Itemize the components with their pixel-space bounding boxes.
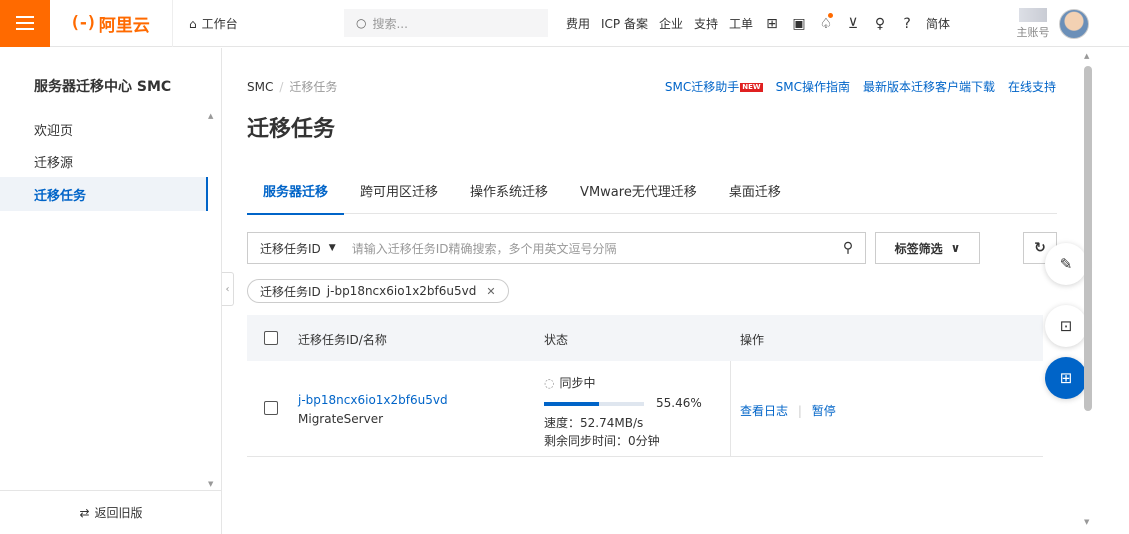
back-to-old-version-button[interactable]: ⇄ 返回旧版: [0, 490, 222, 534]
filter-search-input[interactable]: 请输入迁移任务ID精确搜索，多个用英文逗号分隔: [352, 240, 831, 257]
spinner-icon: ◌: [544, 375, 555, 390]
sidebar-scroll-down-icon[interactable]: ▼: [208, 480, 213, 488]
terminal-icon[interactable]: ▣: [791, 16, 807, 32]
bulb-icon[interactable]: ♀: [872, 16, 888, 32]
tab-vmware-migration[interactable]: VMware无代理迁移: [564, 184, 713, 214]
aliyun-logo[interactable]: (-) 阿里云: [70, 0, 150, 47]
tag-filter-label: 标签筛选: [894, 241, 943, 256]
status-text: 同步中: [559, 376, 596, 390]
header-id-name: 迁移任务ID/名称: [298, 333, 387, 347]
back-label: 返回旧版: [94, 506, 143, 520]
link-client-download[interactable]: 最新版本迁移客户端下载: [863, 78, 995, 95]
new-badge: NEW: [740, 83, 763, 92]
account-menu[interactable]: 主账号: [1012, 5, 1054, 40]
bell-icon[interactable]: ♤: [818, 12, 834, 32]
search-placeholder: 搜索...: [372, 16, 408, 31]
page-title: 迁移任务: [247, 117, 336, 142]
task-id-link[interactable]: j-bp18ncx6io1x2bf6u5vd: [298, 393, 448, 407]
sidebar: 服务器迁移中心 SMC 欢迎页 迁移源 迁移任务 ▲ ▼ ⇄ 返回旧版: [0, 48, 222, 534]
home-icon: ⌂: [189, 16, 197, 31]
filter-chip: 迁移任务ID j-bp18ncx6io1x2bf6u5vd ✕: [247, 279, 509, 303]
sidebar-scroll-up-icon[interactable]: ▲: [208, 112, 213, 120]
link-online-support[interactable]: 在线支持: [1008, 78, 1056, 95]
header-actions: 操作: [740, 333, 765, 347]
actions-cell: 查看日志 | 暂停: [740, 404, 836, 418]
view-log-link[interactable]: 查看日志: [740, 404, 788, 418]
filter-key-label: 迁移任务ID: [260, 241, 321, 256]
tab-desktop-migration[interactable]: 桌面迁移: [713, 184, 797, 214]
account-image: [1019, 8, 1047, 22]
progress-bar: [544, 402, 644, 406]
select-all-checkbox[interactable]: [264, 331, 278, 345]
global-search-input[interactable]: ○ 搜索...: [344, 9, 548, 37]
chip-key: 迁移任务ID: [260, 284, 321, 299]
caret-down-icon: ▼: [328, 243, 336, 253]
filter-bar: 迁移任务ID ▼ 请输入迁移任务ID精确搜索，多个用英文逗号分隔 ⚲: [247, 232, 866, 264]
edit-icon: ✎: [1059, 255, 1073, 273]
workbench-link[interactable]: ⌂ 工作台: [172, 0, 272, 47]
avatar[interactable]: [1059, 9, 1089, 39]
task-name: MigrateServer: [298, 412, 384, 426]
top-link-support[interactable]: 支持: [694, 15, 718, 32]
refresh-icon: ↻: [1034, 240, 1046, 256]
switch-icon: ⇄: [79, 505, 90, 520]
account-label: 主账号: [1016, 26, 1050, 39]
chat-icon: ⊡: [1059, 317, 1073, 335]
tag-filter-button[interactable]: 标签筛选 ∨: [875, 232, 980, 264]
header-status: 状态: [544, 333, 569, 347]
migration-tabs: 服务器迁移 跨可用区迁移 操作系统迁移 VMware无代理迁移 桌面迁移: [247, 184, 1057, 215]
top-links: 费用 ICP 备案 企业 支持 工单 ⊞ ▣ ♤ ⊻ ♀ ? 简体: [566, 0, 950, 47]
search-icon[interactable]: ⚲: [831, 240, 865, 256]
table-row: j-bp18ncx6io1x2bf6u5vd MigrateServer ◌ 同…: [247, 361, 1043, 457]
apps-icon: ⊞: [1059, 369, 1073, 387]
scroll-down-icon[interactable]: ▼: [1084, 518, 1089, 526]
sidebar-title: 服务器迁移中心 SMC: [34, 79, 172, 95]
chevron-down-icon: ∨: [950, 241, 961, 255]
breadcrumb-current: 迁移任务: [289, 80, 338, 94]
scroll-up-icon[interactable]: ▲: [1084, 52, 1089, 60]
sidebar-item-tasks[interactable]: 迁移任务: [34, 185, 86, 204]
progress-fill: [544, 402, 600, 406]
search-icon: ○: [356, 16, 367, 30]
speed-text: 速度：52.74MB/s: [544, 416, 644, 430]
top-link-ticket[interactable]: 工单: [729, 15, 753, 32]
cart-icon[interactable]: ⊻: [845, 16, 861, 32]
logo-text: 阿里云: [98, 15, 150, 36]
top-navbar: (-) 阿里云: [0, 0, 1129, 47]
chip-value: j-bp18ncx6io1x2bf6u5vd: [326, 284, 477, 298]
top-link-enterprise[interactable]: 企业: [659, 15, 683, 32]
language-switch[interactable]: 简体: [926, 15, 950, 32]
sidebar-active-highlight: [0, 177, 208, 211]
cloudshell-icon[interactable]: ⊞: [764, 16, 780, 32]
sidebar-collapse-button[interactable]: ‹: [222, 272, 234, 306]
logo-mark: (-): [70, 13, 97, 33]
scrollbar-thumb[interactable]: [1084, 66, 1092, 411]
tab-server-migration[interactable]: 服务器迁移: [247, 184, 345, 215]
tab-os-migration[interactable]: 操作系统迁移: [454, 184, 564, 214]
remaining-time-text: 剩余同步时间：0分钟: [544, 434, 660, 448]
help-links: SMC迁移助手 NEW SMC操作指南 最新版本迁移客户端下载 在线支持: [665, 78, 1056, 95]
menu-hamburger-button[interactable]: [0, 0, 50, 47]
close-icon[interactable]: ✕: [486, 285, 495, 298]
table-header: 迁移任务ID/名称 状态 操作: [247, 315, 1043, 361]
sidebar-item-welcome[interactable]: 欢迎页: [34, 120, 73, 139]
help-icon[interactable]: ?: [899, 16, 915, 32]
status-cell: ◌ 同步中: [544, 374, 596, 391]
workbench-label: 工作台: [201, 17, 238, 31]
task-table: 迁移任务ID/名称 状态 操作 j-bp18ncx6io1x2bf6u5vd M…: [247, 315, 1043, 457]
breadcrumb: SMC / 迁移任务: [247, 80, 338, 94]
page-scrollbar[interactable]: ▲ ▼: [1081, 48, 1095, 534]
link-smc-assistant[interactable]: SMC迁移助手 NEW: [665, 78, 763, 95]
breadcrumb-root[interactable]: SMC: [247, 80, 273, 94]
row-checkbox[interactable]: [264, 401, 278, 415]
progress-text: 55.46%: [656, 396, 702, 410]
pause-link[interactable]: 暂停: [812, 404, 836, 418]
sidebar-item-source[interactable]: 迁移源: [34, 152, 73, 171]
top-link-icp[interactable]: ICP 备案: [601, 15, 648, 32]
tab-cross-zone-migration[interactable]: 跨可用区迁移: [344, 184, 454, 214]
link-smc-guide[interactable]: SMC操作指南: [776, 78, 850, 95]
filter-key-select[interactable]: 迁移任务ID ▼: [248, 240, 336, 257]
top-link-fee[interactable]: 费用: [566, 15, 590, 32]
